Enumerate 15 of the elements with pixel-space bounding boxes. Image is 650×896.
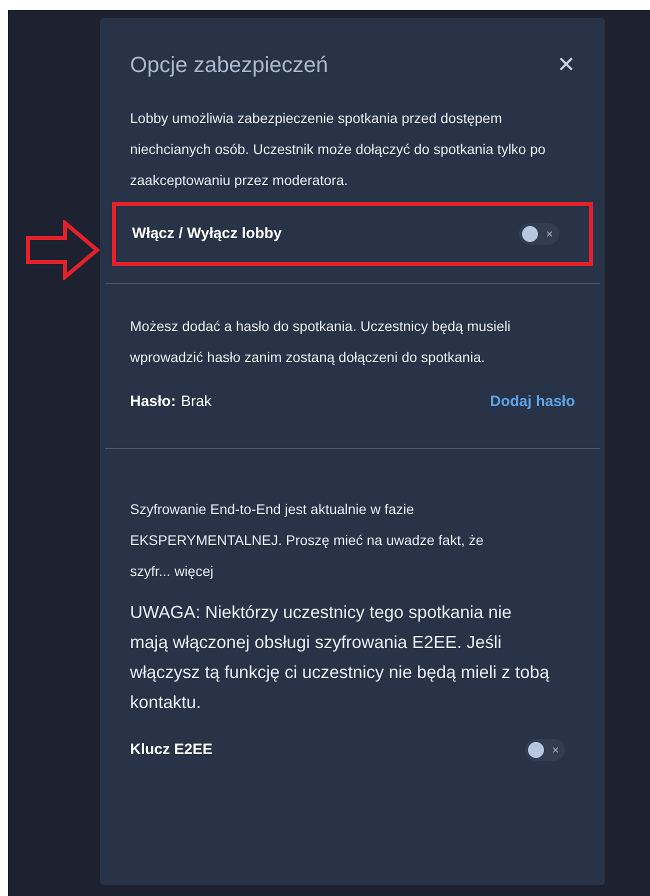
more-link[interactable]: więcej bbox=[174, 556, 214, 586]
password-label: Hasło: bbox=[130, 392, 176, 412]
lobby-label: Włącz / Wyłącz lobby bbox=[132, 224, 282, 244]
password-description: Możesz dodać a hasło do spotkania. Uczestnicy będą musieli wprowadzić hasło zanim zostaną dołączeni do spotkania. bbox=[130, 317, 512, 367]
e2ee-label: Klucz E2EE bbox=[130, 740, 213, 760]
dialog-title: Opcje zabezpieczeń bbox=[130, 51, 328, 79]
arrow-icon bbox=[25, 220, 101, 280]
truncated-text: szyfr... bbox=[130, 562, 170, 581]
toggle-switch[interactable]: × bbox=[519, 223, 559, 245]
close-button[interactable]: ✕ bbox=[557, 54, 575, 76]
e2ee-warning: UWAGA: Niektórzy uczestnicy tego spotkania nie mają włączonej obsługi szyfrowania E2EE. Jeśli włączysz tą funkcję ci uczestnicy nie będą mieli z tobą kontaktu. bbox=[130, 600, 550, 714]
toggle-switch[interactable]: × bbox=[525, 738, 565, 761]
lobby-description: Lobby umożliwia zabezpieczenie spotkania przed dostępem niechcianych osób. Uczestnik może dołączyć do spotkania tylko po zaakceptowaniu przez moderatora. bbox=[130, 109, 547, 190]
password-value: Brak bbox=[180, 392, 212, 412]
add-password-link[interactable]: Dodaj hasło bbox=[490, 391, 575, 414]
